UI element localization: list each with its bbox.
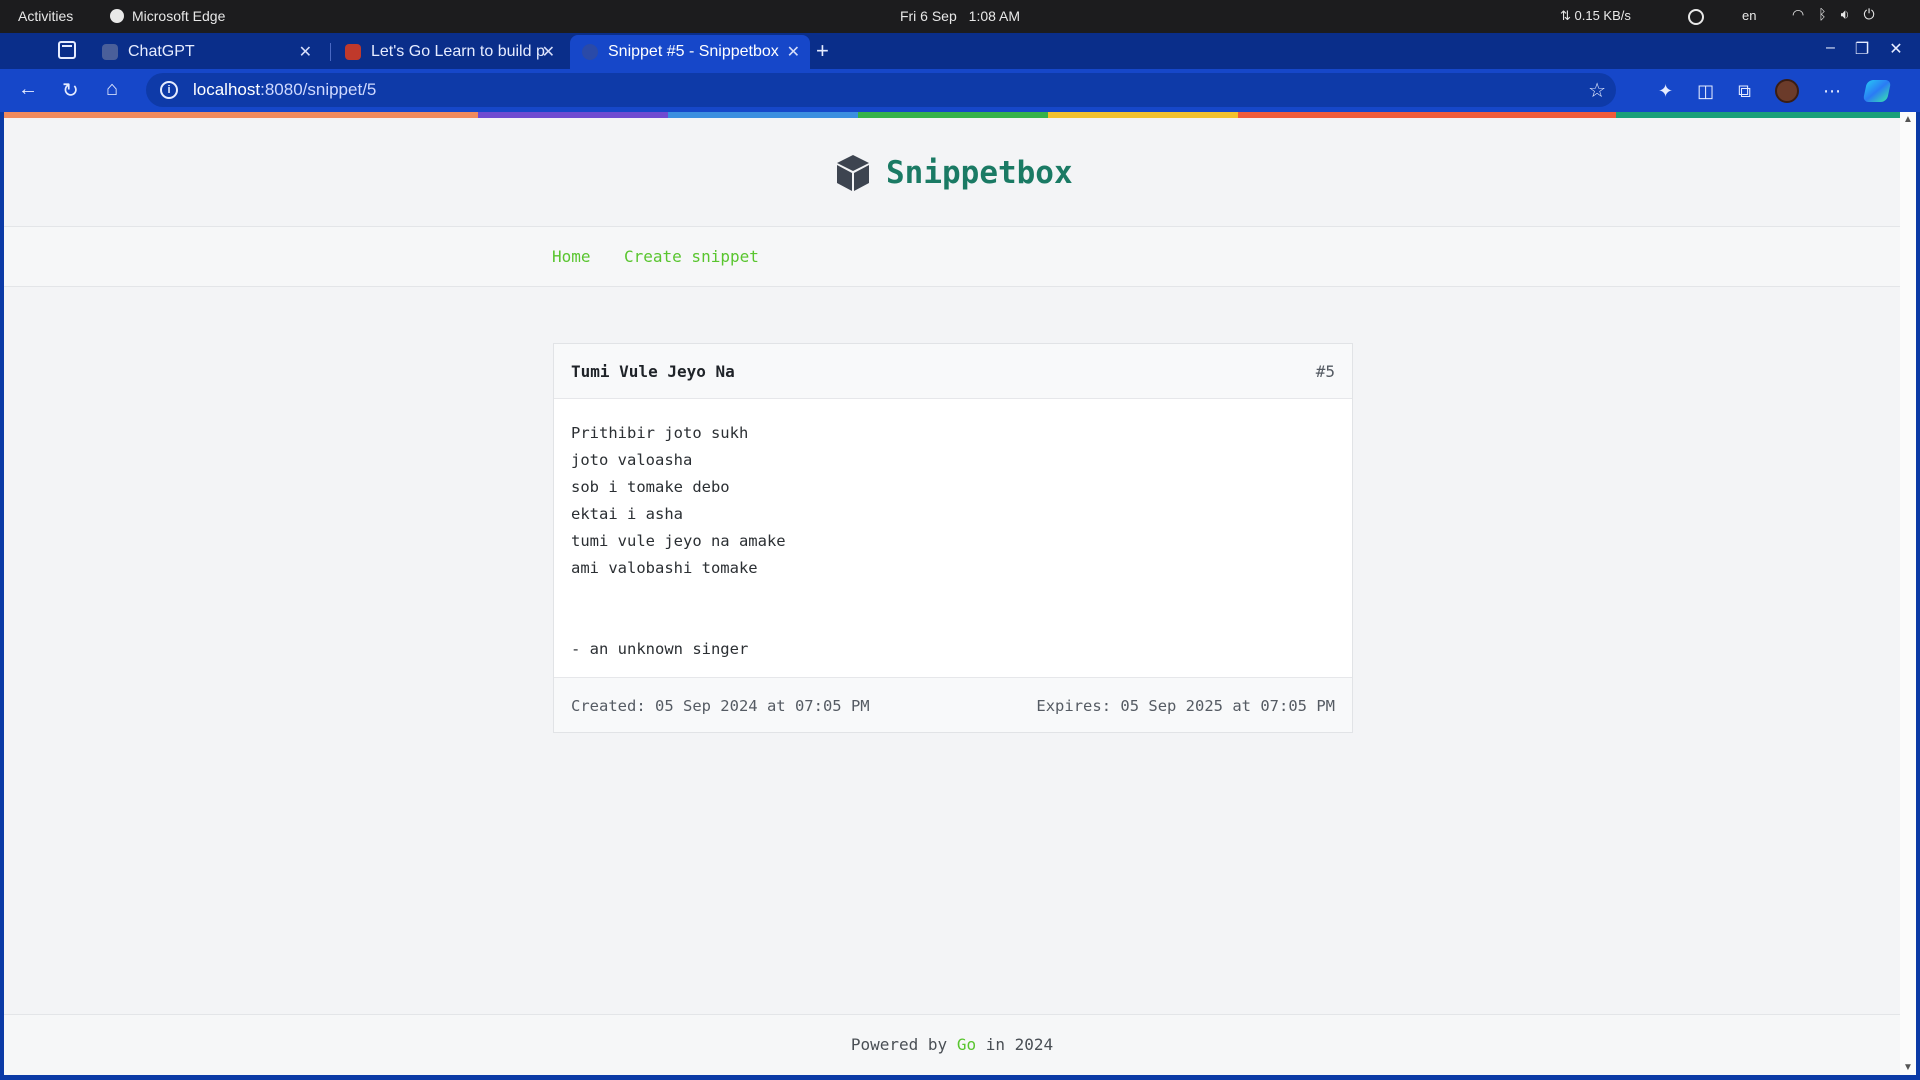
language-indicator[interactable]: en bbox=[1742, 8, 1756, 23]
nav-create-snippet-link[interactable]: Create snippet bbox=[624, 247, 759, 266]
collections-icon[interactable]: ⧉ bbox=[1738, 81, 1751, 102]
site-nav: Home Create snippet bbox=[4, 227, 1900, 287]
site-header: Snippetbox bbox=[4, 118, 1900, 227]
snippet-id: #5 bbox=[1315, 362, 1335, 381]
tab-chatgpt[interactable]: ChatGPT ✕ bbox=[90, 35, 322, 69]
footer-suffix: in 2024 bbox=[976, 1035, 1054, 1054]
snippet-card: Tumi Vule Jeyo Na #5 Prithibir joto sukh… bbox=[553, 343, 1353, 733]
site-title: Snippetbox bbox=[886, 155, 1073, 191]
system-top-bar: Activities Microsoft Edge Fri 6 Sep 1:08… bbox=[0, 0, 1920, 33]
clock-date: Fri 6 Sep bbox=[899, 8, 957, 24]
snippet-header: Tumi Vule Jeyo Na #5 bbox=[554, 344, 1352, 399]
wifi-icon: ◠ bbox=[1792, 6, 1805, 22]
tab-strip: ChatGPT ✕ Let's Go Learn to build pr ✕ S… bbox=[0, 33, 1920, 69]
extensions-icon[interactable]: ✦ bbox=[1658, 81, 1673, 102]
tab-separator bbox=[330, 43, 331, 61]
clock-time: 1:08 AM bbox=[968, 8, 1021, 24]
nav-home-link[interactable]: Home bbox=[552, 247, 591, 266]
scroll-down-icon[interactable]: ▼ bbox=[1903, 1062, 1913, 1073]
minimize-icon[interactable]: – bbox=[1826, 39, 1835, 59]
footer-go-link[interactable]: Go bbox=[957, 1035, 976, 1054]
snippet-expires: Expires: 05 Sep 2025 at 07:05 PM bbox=[1036, 697, 1335, 715]
book-favicon-icon bbox=[345, 44, 361, 60]
profile-avatar[interactable] bbox=[1774, 79, 1799, 103]
snippetbox-favicon-icon bbox=[582, 44, 598, 60]
tab-actions-icon[interactable] bbox=[58, 41, 76, 59]
screen-share-icon[interactable] bbox=[1688, 9, 1704, 25]
window-controls: – ❐ ✕ bbox=[1826, 39, 1903, 59]
refresh-button[interactable]: ↻ bbox=[62, 78, 79, 103]
page-viewport: Snippetbox Home Create snippet Tumi Vule… bbox=[4, 112, 1900, 1075]
system-tray[interactable]: ◠ ᛒ 🔉︎ ⏻ bbox=[1792, 6, 1875, 23]
brand-link[interactable]: Snippetbox bbox=[836, 154, 1073, 192]
tab-lets-go[interactable]: Let's Go Learn to build pr ✕ bbox=[333, 35, 565, 69]
tab-title: Snippet #5 - Snippetbox bbox=[608, 43, 779, 60]
snippet-title: Tumi Vule Jeyo Na bbox=[571, 362, 735, 381]
browser-tools: ✦ ◫ ⧉ ⋯ bbox=[1658, 79, 1892, 103]
site-info-icon[interactable]: i bbox=[160, 81, 178, 99]
browser-toolbar: ← ↻ ⌂ i localhost:8080/snippet/5 ☆ ✦ ◫ ⧉… bbox=[0, 69, 1920, 112]
network-speed: ⇅ 0.15 KB/s bbox=[1560, 8, 1631, 23]
snippet-footer: Created: 05 Sep 2024 at 07:05 PM Expires… bbox=[554, 677, 1352, 732]
close-window-icon[interactable]: ✕ bbox=[1889, 39, 1902, 59]
volume-icon: 🔉︎ bbox=[1840, 6, 1850, 22]
scroll-up-icon[interactable]: ▲ bbox=[1903, 114, 1913, 125]
new-tab-button[interactable]: + bbox=[816, 38, 829, 64]
back-button[interactable]: ← bbox=[18, 78, 38, 101]
cube-logo-icon bbox=[837, 155, 869, 191]
close-tab-icon[interactable]: ✕ bbox=[299, 42, 312, 62]
power-icon: ⏻ bbox=[1863, 6, 1875, 22]
tab-title: ChatGPT bbox=[128, 43, 195, 60]
address-bar[interactable]: i localhost:8080/snippet/5 ☆ bbox=[146, 73, 1616, 107]
restore-icon[interactable]: ❐ bbox=[1855, 39, 1869, 59]
site-footer: Powered by Go in 2024 bbox=[4, 1014, 1900, 1075]
favorite-star-icon[interactable]: ☆ bbox=[1588, 78, 1606, 103]
url-text[interactable]: localhost:8080/snippet/5 bbox=[193, 80, 376, 100]
close-tab-icon[interactable]: ✕ bbox=[787, 42, 800, 62]
snippet-content: Prithibir joto sukh joto valoasha sob i … bbox=[571, 424, 786, 658]
snippet-created: Created: 05 Sep 2024 at 07:05 PM bbox=[571, 697, 870, 715]
copilot-icon[interactable] bbox=[1862, 80, 1892, 102]
split-screen-icon[interactable]: ◫ bbox=[1697, 81, 1714, 102]
bluetooth-icon: ᛒ bbox=[1818, 6, 1827, 22]
footer-prefix: Powered by bbox=[850, 1035, 957, 1054]
close-tab-icon[interactable]: ✕ bbox=[542, 42, 555, 62]
clock[interactable]: Fri 6 Sep 1:08 AM bbox=[0, 8, 1920, 24]
tab-title: Let's Go Learn to build pr bbox=[371, 43, 546, 60]
more-options-icon[interactable]: ⋯ bbox=[1823, 81, 1841, 102]
chatgpt-favicon-icon bbox=[102, 44, 118, 60]
page-scrollbar[interactable]: ▲ ▼ bbox=[1900, 112, 1916, 1075]
home-button[interactable]: ⌂ bbox=[106, 78, 118, 101]
tab-snippetbox[interactable]: Snippet #5 - Snippetbox ✕ bbox=[570, 35, 810, 69]
